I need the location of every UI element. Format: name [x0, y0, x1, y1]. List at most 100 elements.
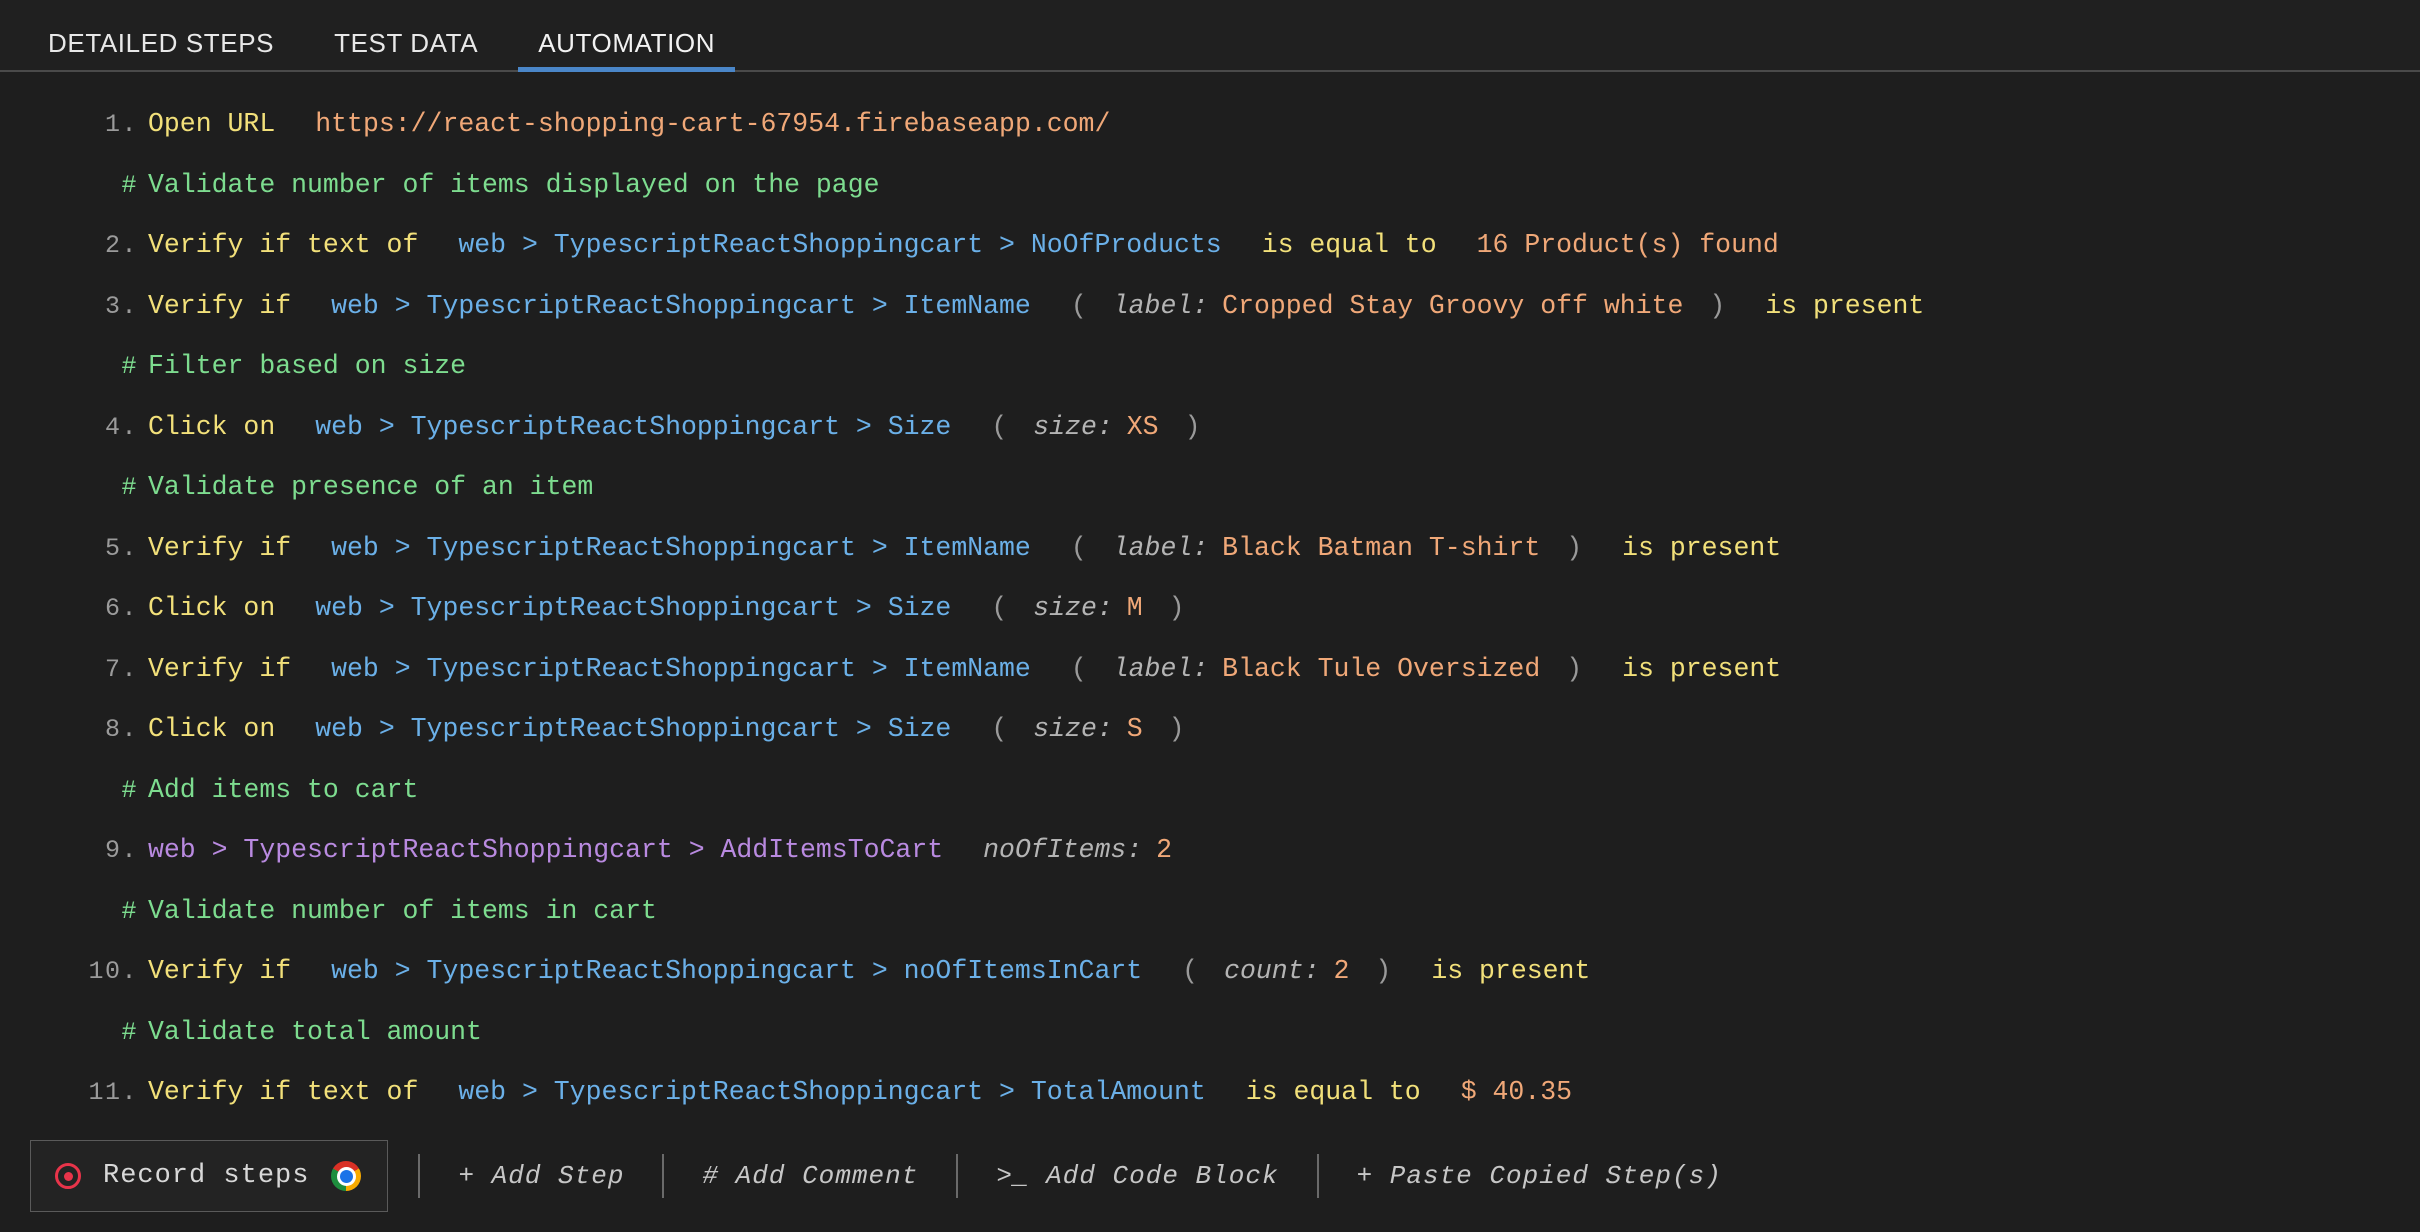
step-body: Validate presence of an item [148, 457, 2420, 518]
element-path[interactable]: web > TypescriptReactShoppingcart > Tota… [458, 1077, 1205, 1107]
param-name: size: [1033, 593, 1113, 623]
comment-row[interactable]: #Validate total amount [0, 1002, 2420, 1063]
close-paren: ) [1375, 956, 1391, 986]
step-row[interactable]: 10.Verify ifweb > TypescriptReactShoppin… [0, 941, 2420, 1002]
comment-row[interactable]: #Add items to cart [0, 760, 2420, 821]
toolbar-actions: + Add Step # Add Comment >_ Add Code Block… [388, 1154, 1729, 1198]
step-number: 8. [0, 700, 148, 761]
comparison-operator[interactable]: is equal to [1246, 1077, 1421, 1107]
open-paren: ( [1182, 956, 1198, 986]
param-value[interactable]: Black Tule Oversized [1222, 654, 1540, 684]
open-paren: ( [1071, 654, 1087, 684]
step-row[interactable]: 6.Click onweb > TypescriptReactShoppingc… [0, 578, 2420, 639]
comment-text: Validate number of items displayed on th… [148, 170, 880, 200]
param-value[interactable]: M [1127, 593, 1143, 623]
step-body: Validate number of items displayed on th… [148, 155, 2420, 216]
param-name: count: [1224, 956, 1319, 986]
step-action: Verify if [148, 291, 291, 321]
close-paren: ) [1169, 593, 1185, 623]
step-row[interactable]: 3.Verify if web > TypescriptReactShopping… [0, 276, 2420, 337]
param-value[interactable]: Cropped Stay Groovy off white [1222, 291, 1683, 321]
comparison-operator[interactable]: is equal to [1262, 230, 1437, 260]
close-paren: ) [1169, 714, 1185, 744]
toolbar-action-add-comment[interactable]: # Add Comment [694, 1161, 926, 1191]
param-value[interactable]: 2 [1334, 956, 1350, 986]
step-row[interactable]: 11.Verify if text of web > TypescriptReac… [0, 1062, 2420, 1123]
step-number: 10. [0, 942, 148, 1003]
step-number: 5. [0, 519, 148, 580]
expected-value[interactable]: 16 Product(s) found [1477, 230, 1779, 260]
step-action: Verify if [148, 533, 291, 563]
toolbar-divider [956, 1154, 958, 1198]
element-path[interactable]: web > TypescriptReactShoppingcart > Item… [331, 291, 1031, 321]
step-body: Verify if web > TypescriptReactShoppingca… [148, 639, 2420, 700]
close-paren: ) [1566, 533, 1582, 563]
element-path[interactable]: web > TypescriptReactShoppingcart > Size [315, 412, 951, 442]
element-path[interactable]: web > TypescriptReactShoppingcart > NoOf… [458, 230, 1221, 260]
record-circle-icon [55, 1163, 81, 1189]
comment-row[interactable]: #Validate number of items in cart [0, 881, 2420, 942]
step-action: Verify if text of [148, 1077, 418, 1107]
record-steps-button[interactable]: Record steps [30, 1140, 388, 1212]
element-path[interactable]: web > TypescriptReactShoppingcart > Size [315, 714, 951, 744]
element-path[interactable]: web > TypescriptReactShoppingcart > Item… [331, 533, 1031, 563]
toolbar-action-paste-copied-steps[interactable]: + Paste Copied Step(s) [1349, 1161, 1730, 1191]
open-paren: ( [1071, 533, 1087, 563]
step-number: 11. [0, 1063, 148, 1124]
comment-row[interactable]: #Validate presence of an item [0, 457, 2420, 518]
url-value[interactable]: https://react-shopping-cart-67954.fireba… [315, 109, 1110, 139]
step-body: Open URL https://react-shopping-cart-6795… [148, 94, 2420, 155]
element-path[interactable]: web > TypescriptReactShoppingcart > Size [315, 593, 951, 623]
step-row[interactable]: 1.Open URLhttps://react-shopping-cart-67… [0, 94, 2420, 155]
param-name: label: [1113, 291, 1208, 321]
param-value[interactable]: S [1127, 714, 1143, 744]
step-body: Filter based on size [148, 336, 2420, 397]
step-row[interactable]: 8.Click on web > TypescriptReactShoppingc… [0, 699, 2420, 760]
element-path[interactable]: web > TypescriptReactShoppingcart > Item… [331, 654, 1031, 684]
step-action: Click on [148, 593, 275, 623]
automation-step-list: 1.Open URLhttps://react-shopping-cart-67… [0, 72, 2420, 1232]
step-body: Click on web > TypescriptReactShoppingcar… [148, 578, 2420, 639]
step-body: Validate total amount [148, 1002, 2420, 1063]
step-row[interactable]: 5.Verify if web > TypescriptReactShopping… [0, 518, 2420, 579]
step-row[interactable]: 2.Verify if text ofweb > TypescriptReact… [0, 215, 2420, 276]
comment-marker: # [0, 337, 148, 398]
close-paren: ) [1185, 412, 1201, 442]
close-paren: ) [1566, 654, 1582, 684]
comment-text: Filter based on size [148, 351, 466, 381]
step-action: Click on [148, 714, 275, 744]
step-row[interactable]: 7.Verify ifweb > TypescriptReactShopping… [0, 639, 2420, 700]
tab-automation[interactable]: AUTOMATION [508, 30, 745, 70]
comment-marker: # [0, 156, 148, 217]
param-value[interactable]: 2 [1156, 835, 1172, 865]
comment-text: Add items to cart [148, 775, 418, 805]
step-body: Verify if web > TypescriptReactShoppingca… [148, 276, 2420, 337]
reusable-step-path[interactable]: web > TypescriptReactShoppingcart > AddI… [148, 835, 943, 865]
step-action: Verify if [148, 654, 291, 684]
tab-test-data[interactable]: TEST DATA [304, 30, 508, 70]
open-paren: ( [1071, 291, 1087, 321]
assertion-suffix: is present [1622, 654, 1781, 684]
assertion-suffix: is present [1431, 956, 1590, 986]
step-body: Verify if web > TypescriptReactShoppingca… [148, 518, 2420, 579]
comment-row[interactable]: #Filter based on size [0, 336, 2420, 397]
param-name: label: [1113, 533, 1208, 563]
step-row[interactable]: 4.Click onweb > TypescriptReactShoppingc… [0, 397, 2420, 458]
param-value[interactable]: XS [1127, 412, 1159, 442]
comment-text: Validate presence of an item [148, 472, 593, 502]
step-action: Open URL [148, 109, 275, 139]
element-path[interactable]: web > TypescriptReactShoppingcart > noOf… [331, 956, 1142, 986]
param-value[interactable]: Black Batman T-shirt [1222, 533, 1540, 563]
open-paren: ( [991, 593, 1007, 623]
chrome-icon[interactable] [331, 1161, 361, 1191]
tab-detailed-steps[interactable]: DETAILED STEPS [18, 30, 304, 70]
toolbar-action-add-code-block[interactable]: >_ Add Code Block [988, 1161, 1286, 1191]
toolbar-action-add-step[interactable]: + Add Step [450, 1161, 632, 1191]
step-row[interactable]: 9.web > TypescriptReactShoppingcart > Ad… [0, 820, 2420, 881]
toolbar-divider [662, 1154, 664, 1198]
expected-value[interactable]: $ 40.35 [1461, 1077, 1572, 1107]
comment-row[interactable]: #Validate number of items displayed on t… [0, 155, 2420, 216]
step-body: Verify if text of web > TypescriptReactSh… [148, 1062, 2420, 1123]
step-body: Add items to cart [148, 760, 2420, 821]
step-number: 3. [0, 277, 148, 338]
